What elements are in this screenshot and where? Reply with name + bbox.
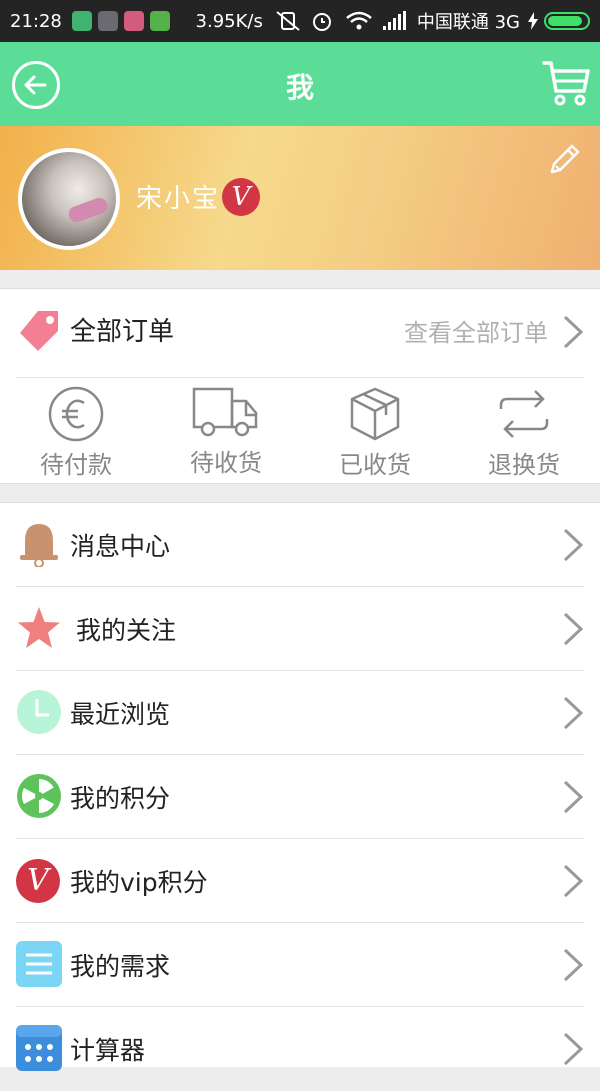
chevron-right-icon: [563, 315, 584, 349]
euro-coin-icon: [48, 386, 104, 442]
vip-badge: V: [222, 178, 260, 216]
chevron-right-icon: [563, 780, 584, 814]
menu-item-points[interactable]: 我的积分: [0, 755, 600, 839]
menu-item-following[interactable]: 我的关注: [0, 587, 600, 671]
photos-notification-icon: [123, 11, 144, 31]
order-status-label: 已收货: [339, 451, 411, 479]
menu-label: 我的关注: [76, 616, 177, 645]
star-icon: [18, 607, 60, 648]
order-status-returns[interactable]: 退换货: [464, 385, 584, 479]
wifi-icon: [346, 11, 372, 30]
menu-item-recent[interactable]: 最近浏览: [0, 671, 600, 755]
status-bar: 21:28 3.95K/s 中国联通 3G: [0, 0, 600, 42]
tag-icon: [20, 311, 58, 351]
vip-icon: V: [16, 859, 60, 903]
view-all-orders-link[interactable]: 查看全部订单: [404, 313, 548, 348]
all-orders-label: 全部订单: [70, 317, 175, 347]
menu-item-vip-points[interactable]: V 我的vip积分: [0, 839, 600, 923]
app-notification-icon: [97, 11, 118, 31]
calculator-icon: [16, 1025, 62, 1071]
all-orders-row[interactable]: 全部订单 查看全部订单: [0, 289, 600, 377]
android-notification-icon: [149, 11, 170, 31]
menu-item-calculator[interactable]: 计算器: [0, 1007, 600, 1091]
menu-item-requirements[interactable]: 我的需求: [0, 923, 600, 1007]
username: 宋小宝: [136, 184, 221, 214]
menu-label: 我的vip积分: [70, 868, 208, 897]
shield-notification-icon: [71, 11, 92, 31]
list-icon: [16, 941, 62, 987]
charging-icon: [528, 12, 538, 30]
vibrate-off-icon: [276, 11, 300, 31]
package-box-icon: [350, 387, 400, 441]
bell-icon: [20, 524, 58, 567]
points-icon: [17, 774, 61, 818]
menu-item-messages[interactable]: 消息中心: [0, 503, 600, 587]
battery-icon: [544, 12, 590, 30]
menu-label: 消息中心: [70, 532, 171, 561]
order-status-received[interactable]: 已收货: [315, 385, 435, 479]
menu-label: 计算器: [70, 1036, 146, 1065]
app-header: 我: [0, 42, 600, 126]
order-status-awaiting-delivery[interactable]: 待收货: [166, 385, 286, 477]
menu-label: 最近浏览: [70, 700, 171, 729]
order-status-label: 待付款: [40, 451, 112, 479]
pencil-icon: [550, 144, 580, 174]
menu-label: 我的需求: [70, 952, 171, 981]
chevron-right-icon: [563, 528, 584, 562]
chevron-right-icon: [563, 696, 584, 730]
order-status-label: 退换货: [488, 451, 560, 479]
clock-icon: [17, 690, 61, 734]
chevron-right-icon: [563, 612, 584, 646]
divider: [16, 377, 584, 378]
exchange-arrows-icon: [499, 390, 549, 438]
network-speed: 3.95K/s: [195, 10, 263, 32]
profile-banner: 宋小宝: [0, 126, 600, 270]
alarm-icon: [312, 13, 331, 31]
carrier-label: 中国联通 3G: [416, 12, 520, 33]
order-status-pending-payment[interactable]: 待付款: [16, 385, 136, 479]
edit-profile-button[interactable]: [544, 140, 584, 180]
shopping-cart-icon: [542, 61, 590, 106]
status-time: 21:28: [10, 10, 62, 32]
menu-list: 消息中心 我的关注 最近浏览 我的积分 V 我的vip积分 我的需求 计算器: [0, 502, 600, 1071]
page-title: 我: [285, 71, 314, 104]
cart-button[interactable]: [540, 57, 592, 109]
menu-label: 我的积分: [70, 784, 171, 813]
chevron-right-icon: [563, 1032, 584, 1066]
chevron-right-icon: [563, 864, 584, 898]
orders-card: 全部订单 查看全部订单 待付款 待收货 已收货 退换货: [0, 288, 600, 484]
delivery-truck-icon: [192, 387, 258, 437]
vip-v-icon: V: [222, 178, 260, 216]
signal-icon: [382, 11, 406, 30]
chevron-right-icon: [563, 948, 584, 982]
avatar[interactable]: [18, 148, 120, 250]
order-status-label: 待收货: [190, 449, 262, 477]
